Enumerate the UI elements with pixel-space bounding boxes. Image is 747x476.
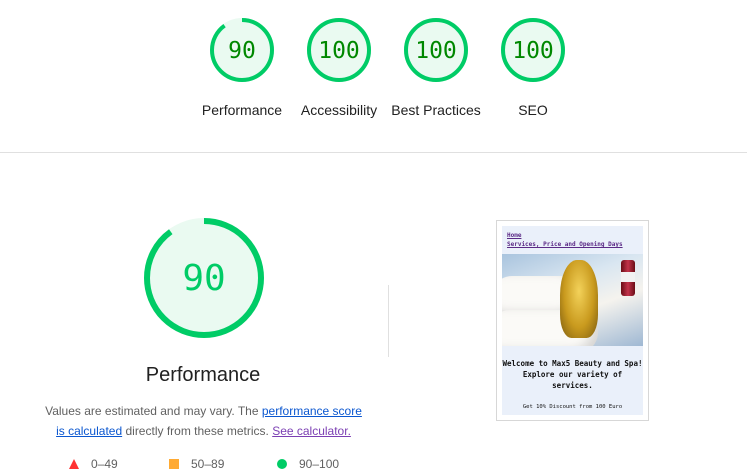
gauge-accessibility-ring: 100 xyxy=(307,18,371,82)
gauge-performance-ring: 90 xyxy=(210,18,274,82)
gauge-performance[interactable]: 90 Performance xyxy=(192,16,292,120)
legend-pass-range: 90–100 xyxy=(299,457,340,471)
screenshot-nav: Home Services, Price and Opening Days xyxy=(507,231,623,249)
performance-main-value: 90 xyxy=(182,258,225,299)
legend-pass: 90–100 xyxy=(277,457,339,471)
category-gauges: 90 Performance 100 Accessibility 100 Bes… xyxy=(0,0,747,152)
golden-statue-shape xyxy=(560,260,598,338)
bottle-label-shape xyxy=(621,272,635,282)
gauge-seo[interactable]: 100 SEO xyxy=(483,16,583,120)
note-middle: directly from these metrics. xyxy=(122,424,273,438)
legend-average: 50–89 xyxy=(169,457,224,471)
gauge-best-practices-label: Best Practices xyxy=(391,102,481,118)
performance-main-title: Performance xyxy=(145,364,261,386)
metrics-note: Values are estimated and may vary. The p… xyxy=(40,401,367,441)
screenshot-page: Home Services, Price and Opening Days We… xyxy=(502,226,643,415)
performance-main-ring: 90 xyxy=(144,218,264,338)
screenshot-nav-home: Home xyxy=(507,232,522,239)
gauge-seo-ring: 100 xyxy=(501,18,565,82)
section-divider xyxy=(0,152,747,153)
gauge-seo-label: SEO xyxy=(518,102,548,118)
screenshot-headline: Welcome to Max5 Beauty and Spa! Explore … xyxy=(502,359,643,390)
final-screenshot-thumbnail[interactable]: Home Services, Price and Opening Days We… xyxy=(496,220,649,421)
note-prefix: Values are estimated and may vary. The xyxy=(45,404,262,418)
gauge-accessibility-label: Accessibility xyxy=(300,102,378,118)
legend-average-range: 50–89 xyxy=(191,457,225,471)
fail-triangle-icon xyxy=(69,459,79,469)
see-calculator-link[interactable]: See calculator. xyxy=(272,424,351,438)
pass-circle-icon xyxy=(277,459,287,469)
vertical-divider xyxy=(388,285,389,357)
gauge-performance-value: 90 xyxy=(228,38,256,64)
average-square-icon xyxy=(169,459,179,469)
screenshot-offer: Get 10% Discount from 100 Euro xyxy=(522,404,623,410)
gauge-accessibility-value: 100 xyxy=(318,38,360,64)
gauge-seo-value: 100 xyxy=(512,38,554,64)
gauge-accessibility[interactable]: 100 Accessibility xyxy=(289,16,389,120)
gauge-best-practices-value: 100 xyxy=(415,38,457,64)
gauge-best-practices[interactable]: 100 Best Practices xyxy=(386,16,486,120)
score-legend: 0–49 50–89 90–100 xyxy=(0,457,400,475)
gauge-best-practices-ring: 100 xyxy=(404,18,468,82)
legend-fail-range: 0–49 xyxy=(91,457,118,471)
spa-hero-image xyxy=(502,254,643,346)
gauge-performance-label: Performance xyxy=(201,102,283,118)
legend-fail: 0–49 xyxy=(69,457,118,471)
screenshot-nav-services: Services, Price and Opening Days xyxy=(507,241,623,248)
performance-main-gauge: 90 xyxy=(140,214,268,342)
